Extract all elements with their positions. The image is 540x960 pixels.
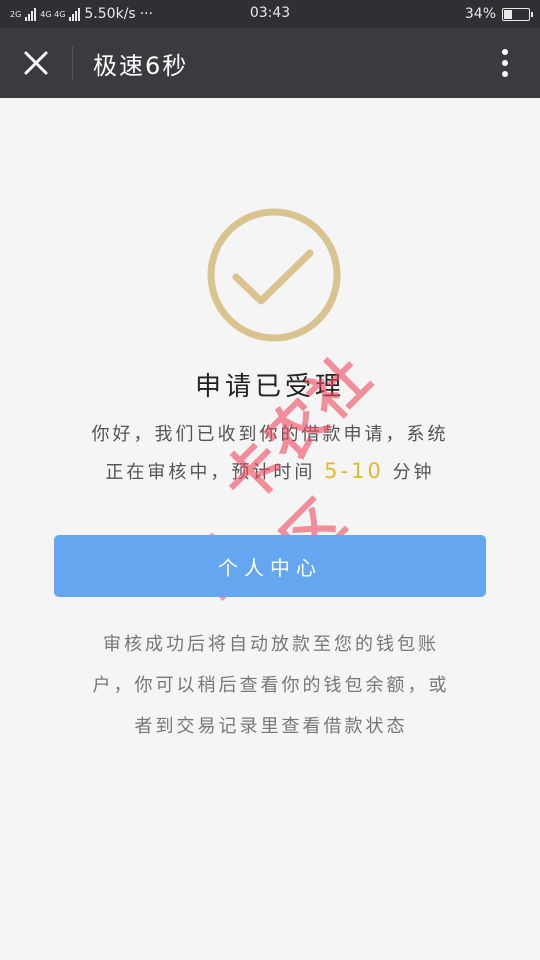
- info-note-line3: 者到交易记录里查看借款状态: [134, 716, 408, 737]
- info-note-line2: 户，你可以稍后查看你的钱包余额，或: [92, 675, 450, 696]
- network-speed: 5.50k/s: [84, 6, 136, 22]
- status-left: 2G 4G 4G 5.50k/s ···: [10, 6, 153, 22]
- network-2g-label: 2G: [10, 9, 22, 19]
- network-4g-label: 4G 4G: [40, 9, 66, 19]
- notification-dots: ···: [139, 6, 154, 22]
- info-note-line1: 审核成功后将自动放款至您的钱包账: [103, 634, 439, 655]
- personal-center-button[interactable]: 个人中心: [54, 535, 486, 597]
- result-desc-line2-b: 分钟: [392, 462, 435, 483]
- check-circle-icon: [207, 208, 341, 342]
- signal-icon: [25, 7, 37, 21]
- info-note: 审核成功后将自动放款至您的钱包账 户，你可以稍后查看你的钱包余额，或 者到交易记…: [76, 624, 466, 747]
- battery-fill: [504, 9, 513, 19]
- result-desc-line1: 你好，我们已收到你的借款申请，系统: [91, 424, 449, 445]
- estimated-time: 5-10: [324, 459, 384, 483]
- result-desc-line2: 正在审核中，预计时间 5-10 分钟: [70, 453, 470, 491]
- battery-icon: [502, 7, 533, 21]
- close-icon: [24, 51, 48, 75]
- close-button[interactable]: [0, 28, 72, 98]
- nav-divider: [72, 46, 73, 80]
- result-desc-line2-a: 正在审核中，预计时间: [105, 462, 316, 483]
- result-title: 申请已受理: [194, 372, 345, 402]
- nav-bar: 极速6秒: [0, 28, 540, 98]
- signal-icon-2: [69, 7, 81, 21]
- page-title: 极速6秒: [93, 51, 189, 80]
- status-bar: 2G 4G 4G 5.50k/s ··· 03:43 34%: [0, 0, 540, 28]
- result-description: 你好，我们已收到你的借款申请，系统 正在审核中，预计时间 5-10 分钟: [70, 416, 470, 491]
- status-right: 34%: [464, 6, 533, 22]
- battery-percent: 34%: [464, 6, 496, 22]
- more-vertical-icon: [502, 49, 508, 77]
- more-button[interactable]: [470, 28, 540, 98]
